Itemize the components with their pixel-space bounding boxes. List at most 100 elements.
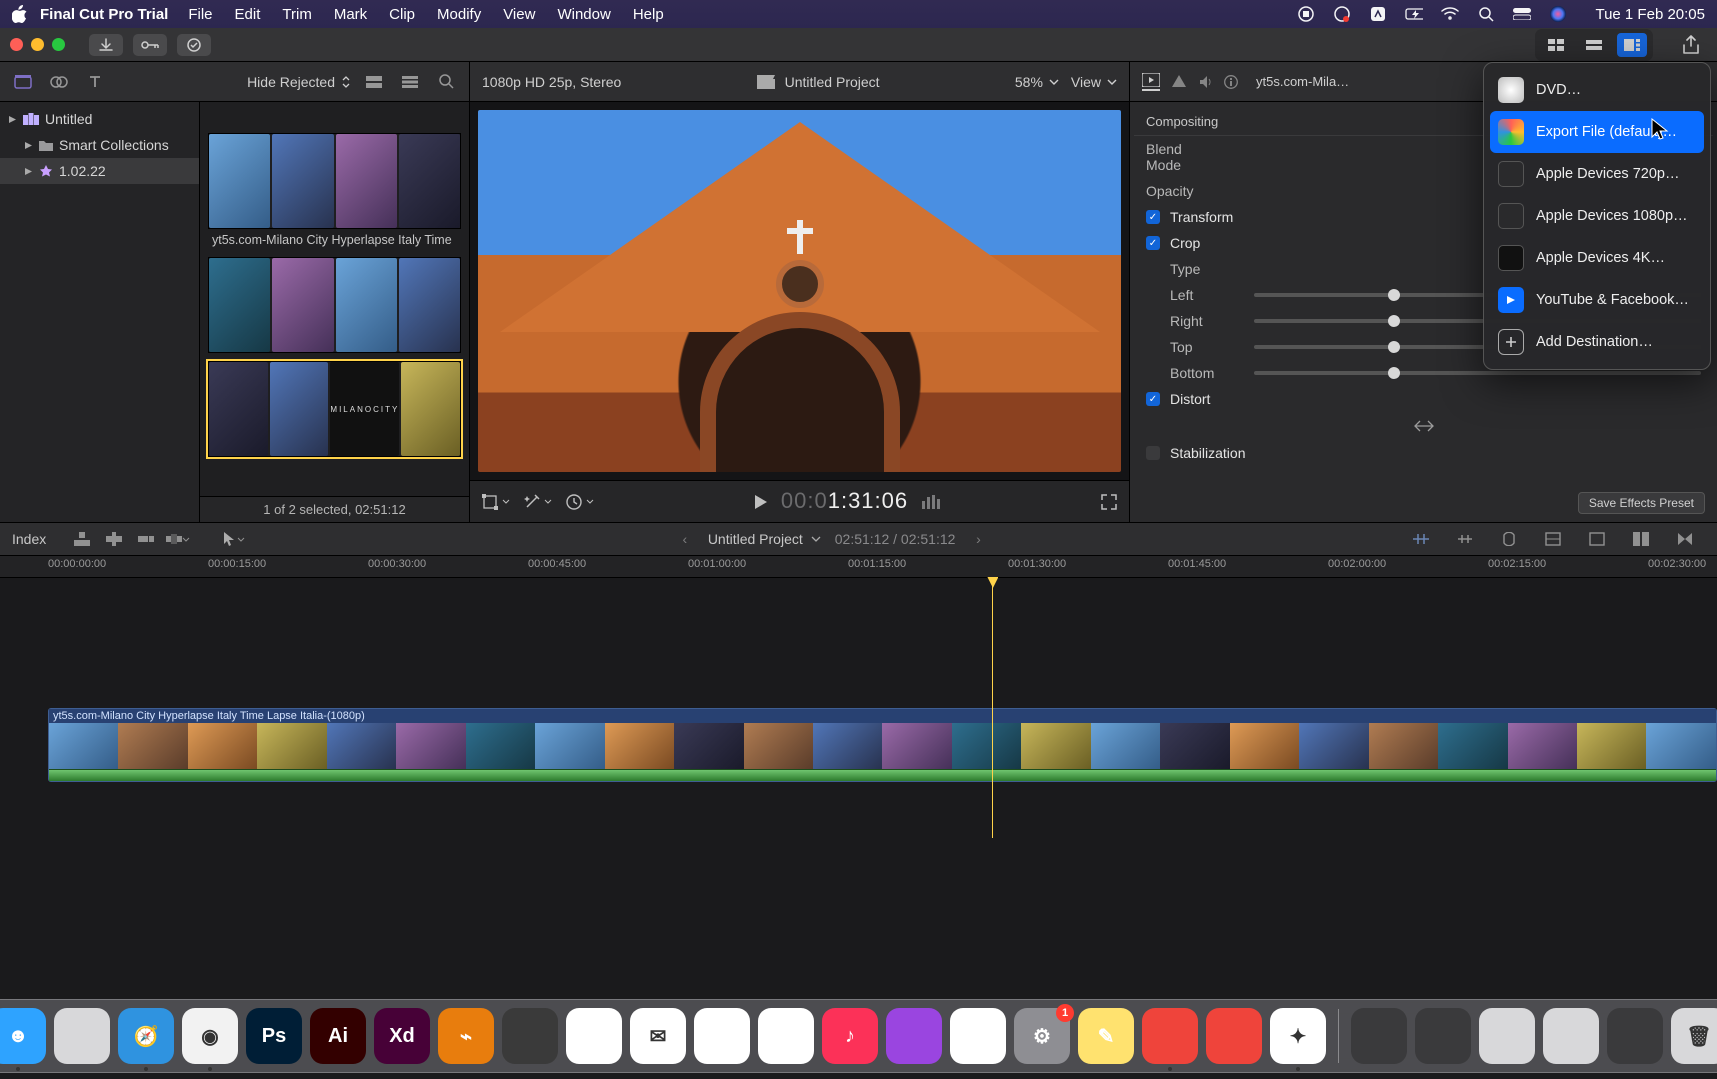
dock-app-launchpad[interactable] [54,1008,110,1064]
macos-menubar[interactable]: Final Cut Pro Trial File Edit Trim Mark … [0,0,1717,28]
overwrite-clip-button[interactable] [166,527,190,551]
timeline-playhead[interactable] [992,578,993,838]
clip-appearance-button[interactable] [1585,527,1609,551]
workspace-browser[interactable] [1541,33,1571,57]
workspace-timeline[interactable] [1579,33,1609,57]
close-window[interactable] [10,38,23,51]
enhance-tool-dropdown[interactable] [524,494,552,510]
dock-app-safari[interactable]: 🧭 [118,1008,174,1064]
dock-app-finder[interactable]: ☻ [0,1008,46,1064]
clip-2[interactable] [208,257,461,353]
dock-app-window5[interactable] [1607,1008,1663,1064]
menu-view[interactable]: View [503,6,535,23]
dock-app-photos[interactable] [758,1008,814,1064]
save-effects-preset-button[interactable]: Save Effects Preset [1578,492,1705,514]
menu-edit[interactable]: Edit [235,6,261,23]
browser-search-button[interactable] [433,69,459,95]
sidebar-library[interactable]: Untitled [0,106,199,132]
dock-app-window2[interactable] [1415,1008,1471,1064]
share-export-file[interactable]: Export File (default)… [1490,111,1704,153]
dock-app-anydesk2[interactable] [1206,1008,1262,1064]
timeline-clip[interactable]: yt5s.com-Milano City Hyperlapse Italy Ti… [48,708,1717,782]
viewer-view-dropdown[interactable]: View [1071,74,1117,90]
snapping-toggle[interactable] [1541,527,1565,551]
prop-opacity[interactable]: Opacity [1146,183,1220,199]
timeline-history-fwd[interactable]: › [969,531,987,547]
media-browser-tab[interactable] [10,69,36,95]
transitions-browser-toggle[interactable] [1673,527,1697,551]
timeline-ruler[interactable]: 00:00:00:0000:00:15:0000:00:30:0000:00:4… [0,556,1717,578]
disclosure-triangle-icon[interactable] [24,167,33,176]
transform-tool-dropdown[interactable] [482,494,510,510]
timeline-history-back[interactable]: ‹ [676,531,694,547]
menu-window[interactable]: Window [557,6,610,23]
dock-app-mail[interactable]: ✉︎ [630,1008,686,1064]
prop-distort[interactable]: Distort [1170,391,1244,407]
prop-transform[interactable]: Transform [1170,209,1244,225]
timeline-project-dropdown[interactable]: Untitled Project [708,531,821,547]
app-name[interactable]: Final Cut Pro Trial [40,6,168,23]
prop-crop-type[interactable]: Type [1170,261,1244,277]
effects-browser-toggle[interactable] [1629,527,1653,551]
dock-app-settings[interactable]: ⚙︎1 [1014,1008,1070,1064]
dock-container[interactable]: ☻ 🧭◉PsAiXd⌁ ✉︎ ♪ ⚙︎1✎ ✦ 🗑 [0,999,1717,1073]
share-apple-4k[interactable]: Apple Devices 4K… [1490,237,1704,279]
checkbox-crop[interactable]: ✓ [1146,236,1160,250]
dock-app-trash[interactable]: 🗑 [1671,1008,1717,1064]
wifi-icon[interactable] [1441,5,1459,23]
audio-inspector-tab[interactable] [1198,75,1212,89]
dock-app-window3[interactable] [1479,1008,1535,1064]
fullscreen-button[interactable] [1101,494,1117,510]
share-apple-720[interactable]: Apple Devices 720p… [1490,153,1704,195]
checkbox-stabilization[interactable] [1146,446,1160,460]
workspace-inspector[interactable] [1617,33,1647,57]
menu-help[interactable]: Help [633,6,664,23]
play-button[interactable] [753,494,767,510]
dock-app-notes[interactable]: ✎ [1078,1008,1134,1064]
clip-3[interactable]: MILANOCITY [208,361,461,457]
dock-app-music[interactable]: ♪ [822,1008,878,1064]
dock-app-illustrator[interactable]: Ai [310,1008,366,1064]
dock-app-chrome[interactable]: ◉ [182,1008,238,1064]
background-tasks-button[interactable] [177,34,211,56]
status-icon-2[interactable] [1369,5,1387,23]
dock-app-blender[interactable]: ⌁ [438,1008,494,1064]
retime-tool-dropdown[interactable] [566,494,594,510]
dock-app-window1[interactable] [1351,1008,1407,1064]
insert-clip-button[interactable] [102,527,126,551]
minimize-window[interactable] [31,38,44,51]
append-clip-button[interactable] [134,527,158,551]
dock-app-finalcut[interactable]: ✦ [1270,1008,1326,1064]
video-inspector-tab[interactable] [1142,73,1160,91]
maximize-window[interactable] [52,38,65,51]
viewer-canvas[interactable] [478,110,1121,472]
share-button[interactable] [1675,32,1707,58]
menubar-clock[interactable]: Tue 1 Feb 20:05 [1595,6,1705,23]
menu-file[interactable]: File [188,6,212,23]
dock-app-photoshop[interactable]: Ps [246,1008,302,1064]
status-icon-1[interactable] [1333,5,1351,23]
dock-app-anydesk[interactable] [1142,1008,1198,1064]
dock-app-krita[interactable] [502,1008,558,1064]
timeline-clip-audio[interactable] [49,769,1716,781]
titles-browser-tab[interactable] [82,69,108,95]
disclosure-triangle-icon[interactable] [8,115,17,124]
dock-app-numbers[interactable] [950,1008,1006,1064]
sidebar-smart-collections[interactable]: Smart Collections [0,132,199,158]
sidebar-event[interactable]: 1.02.22 [0,158,199,184]
solo-toggle[interactable] [1497,527,1521,551]
share-dvd[interactable]: DVD… [1490,69,1704,111]
skimming-toggle[interactable] [1409,527,1433,551]
connect-clip-button[interactable] [70,527,94,551]
viewer-zoom-dropdown[interactable]: 58% [1015,74,1059,90]
import-media-button[interactable] [89,34,123,56]
viewer-timecode[interactable]: 00:01:31:06 [781,488,908,515]
list-mode-button[interactable] [397,69,423,95]
siri-icon[interactable] [1549,5,1567,23]
dock-app-xd[interactable]: Xd [374,1008,430,1064]
filmstrip-mode-button[interactable] [361,69,387,95]
select-tool-dropdown[interactable] [222,527,246,551]
apple-menu-icon[interactable] [12,5,28,23]
dock-app-podcasts[interactable] [886,1008,942,1064]
prop-blend-mode[interactable]: Blend Mode [1146,141,1220,173]
